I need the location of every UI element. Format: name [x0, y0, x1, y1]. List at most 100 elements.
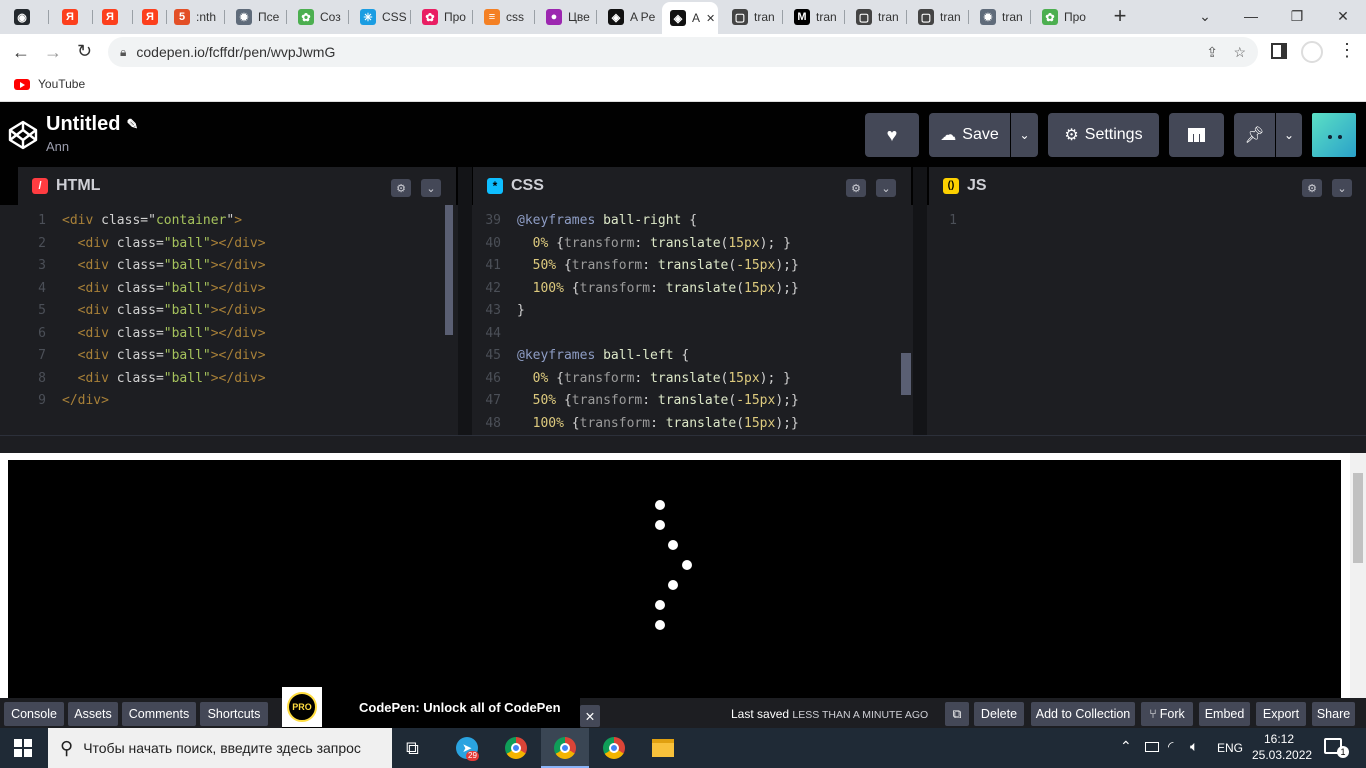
menu-icon[interactable]: ⋮ — [1338, 40, 1356, 61]
js-code-area[interactable]: 1 — [929, 205, 1366, 435]
browser-tab[interactable]: Я — [54, 5, 90, 29]
bookmark-youtube[interactable]: YouTube — [14, 77, 85, 91]
sidepanel-icon[interactable] — [1271, 43, 1287, 59]
browser-tab[interactable]: ✹ Псе — [228, 5, 284, 29]
forward-icon[interactable]: → — [44, 42, 62, 63]
codepen-logo-icon[interactable] — [8, 120, 38, 150]
css-editor-tab[interactable]: * CSS — [473, 167, 558, 205]
star-icon[interactable]: ☆ — [1233, 44, 1246, 61]
embed-button[interactable]: Embed — [1199, 702, 1250, 726]
share-button[interactable]: Share — [1312, 702, 1355, 726]
js-editor-tab[interactable]: () JS — [929, 167, 1001, 205]
css-settings-icon[interactable]: ⚙ — [846, 179, 866, 197]
css-scrollbar[interactable] — [901, 353, 911, 395]
volume-icon[interactable]: 🔈︎ — [1190, 738, 1198, 755]
browser-tab[interactable]: ≡ css — [476, 5, 532, 29]
browser-tab-label: :nth — [196, 10, 217, 24]
code-token: : — [634, 235, 651, 251]
battery-icon[interactable] — [1145, 742, 1159, 752]
settings-button[interactable]: ⚙ Settings — [1048, 113, 1159, 157]
windows-start-icon[interactable] — [14, 739, 32, 757]
file-explorer-icon[interactable] — [652, 739, 674, 757]
preview-scrollbar[interactable] — [1350, 453, 1366, 698]
browser-tab[interactable]: ✿ Про — [1034, 5, 1090, 29]
promo-close-button[interactable]: ✕ — [580, 705, 600, 727]
pen-title[interactable]: Untitled ✎ — [46, 113, 138, 136]
html-code-area[interactable]: 1 <div class="container"> 2 <div class="ba… — [18, 205, 456, 435]
youtube-icon — [14, 78, 30, 90]
task-view-icon[interactable]: ⧉ — [406, 738, 419, 759]
html-settings-icon[interactable]: ⚙ — [391, 179, 411, 197]
html-scrollbar[interactable] — [445, 205, 453, 335]
html-collapse-icon[interactable]: ⌄ — [421, 179, 441, 197]
tab-separator — [968, 10, 969, 24]
js-collapse-icon[interactable]: ⌄ — [1332, 179, 1352, 197]
new-tab-button[interactable]: + — [1108, 4, 1132, 28]
browser-tab[interactable]: ✿ Соз — [290, 5, 346, 29]
close-window-icon[interactable]: ✕ — [1320, 0, 1366, 32]
browser-tab[interactable]: ✹ tran — [972, 5, 1028, 29]
browser-tab[interactable]: ● Цве — [538, 5, 594, 29]
browser-tab[interactable]: ▢ tran — [910, 5, 966, 29]
preview-resizer[interactable] — [0, 435, 1366, 453]
tray-chevron-icon[interactable]: ⌃ — [1120, 738, 1132, 755]
browser-tab[interactable]: ◉ — [6, 5, 46, 29]
clock-time: 16:12 — [1263, 732, 1295, 746]
reload-icon[interactable]: ↻ — [77, 41, 92, 62]
back-icon[interactable]: ← — [12, 42, 30, 63]
pin-dropdown-button[interactable]: ⌄ — [1276, 113, 1302, 157]
export-button[interactable]: Export — [1256, 702, 1306, 726]
taskbar-search[interactable]: ⚲ Чтобы начать поиск, введите здесь запр… — [48, 728, 392, 768]
comments-button[interactable]: Comments — [122, 702, 196, 726]
browser-tab[interactable]: ✿ Про — [414, 5, 470, 29]
shortcuts-button[interactable]: Shortcuts — [200, 702, 268, 726]
browser-tab[interactable]: 5:nth — [166, 5, 222, 29]
editor-divider[interactable] — [913, 167, 927, 435]
console-button[interactable]: Console — [4, 702, 64, 726]
editor-divider[interactable] — [458, 167, 472, 435]
telegram-icon[interactable]: ➤ 29 — [456, 737, 479, 761]
css-collapse-icon[interactable]: ⌄ — [876, 179, 896, 197]
browser-tab[interactable]: ▢ tran — [724, 5, 780, 29]
user-avatar[interactable] — [1312, 113, 1356, 157]
clock[interactable]: 16:12 25.03.2022 — [1252, 732, 1312, 762]
css-code-area[interactable]: 39 @keyframes ball-right {40 0% {transfor… — [473, 205, 911, 435]
delete-button[interactable]: Delete — [974, 702, 1024, 726]
share-icon[interactable]: ⇪ — [1206, 44, 1218, 61]
profile-avatar[interactable] — [1301, 41, 1323, 63]
url-bar[interactable]: 🔒︎ codepen.io/fcffdr/pen/wvpJwmG ⇪ ☆ — [108, 37, 1258, 67]
assets-button[interactable]: Assets — [68, 702, 118, 726]
yandex-icon: Я — [62, 9, 78, 25]
chrome-icon[interactable] — [603, 737, 625, 759]
browser-tab[interactable]: Mtran — [786, 5, 842, 29]
heart-button[interactable]: ♥ — [865, 113, 919, 157]
browser-tab[interactable]: Я — [94, 5, 130, 29]
pen-author[interactable]: Ann — [46, 139, 69, 154]
tab-search-icon[interactable]: ⌄ — [1182, 0, 1228, 32]
chrome-icon[interactable] — [505, 737, 527, 759]
add-to-collection-button[interactable]: Add to Collection — [1031, 702, 1135, 726]
save-button[interactable]: ☁ Save — [929, 113, 1010, 157]
browser-tab[interactable]: ✳ CSS — [352, 5, 408, 29]
chrome-icon-active[interactable] — [541, 728, 589, 768]
wifi-icon[interactable]: ◜ — [1168, 738, 1173, 755]
browser-tab[interactable]: ◈ A ✕ — [662, 2, 718, 34]
js-settings-icon[interactable]: ⚙ — [1302, 179, 1322, 197]
fork-button[interactable]: ⑂ Fork — [1141, 702, 1193, 726]
save-dropdown-button[interactable]: ⌄ — [1011, 113, 1038, 157]
open-external-button[interactable]: ⧉ — [945, 702, 969, 726]
language-indicator[interactable]: ENG — [1217, 741, 1243, 755]
promo-banner[interactable]: PRO CodePen: Unlock all of CodePen — [282, 686, 580, 728]
browser-tab[interactable]: ◈ A Pe — [600, 5, 656, 29]
minimize-icon[interactable]: — — [1228, 0, 1274, 32]
browser-tab[interactable]: Я — [134, 5, 164, 29]
close-tab-icon[interactable]: ✕ — [706, 12, 715, 25]
notification-icon[interactable]: 1 — [1324, 738, 1349, 758]
pencil-icon[interactable]: ✎ — [126, 116, 138, 133]
line-number: 46 — [485, 370, 501, 386]
html-editor-tab[interactable]: / HTML — [18, 167, 115, 205]
layout-button[interactable] — [1169, 113, 1224, 157]
browser-tab[interactable]: ▢ tran — [848, 5, 904, 29]
pin-button[interactable]: 📌︎ — [1234, 113, 1275, 157]
restore-icon[interactable]: ❐ — [1274, 0, 1320, 32]
